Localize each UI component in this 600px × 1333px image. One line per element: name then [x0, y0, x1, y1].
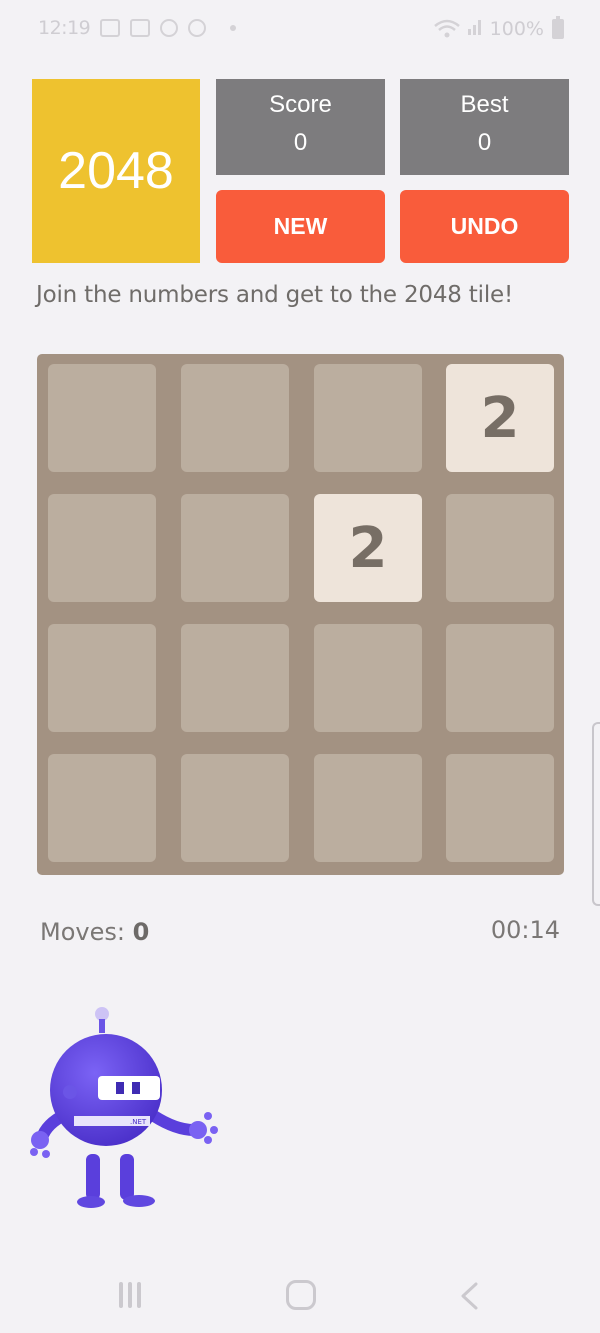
- empty-cell: [314, 754, 422, 862]
- youtube-icon: [130, 19, 150, 37]
- best-box: Best 0: [400, 79, 569, 175]
- empty-cell: [446, 754, 554, 862]
- empty-cell: [181, 494, 289, 602]
- gallery-icon: [100, 19, 120, 37]
- game-board[interactable]: 22: [37, 354, 564, 875]
- moves-label: Moves:: [40, 918, 125, 946]
- empty-cell: [181, 364, 289, 472]
- dotnet-bot-mascot: .NET: [26, 1004, 226, 1216]
- status-time: 12:19: [38, 17, 91, 39]
- more-notifications-icon: [230, 25, 236, 31]
- empty-cell: [446, 494, 554, 602]
- moves-counter: Moves: 0: [40, 918, 149, 946]
- tile: 2: [446, 364, 554, 472]
- status-right: 100%: [433, 15, 564, 40]
- empty-cell: [48, 364, 156, 472]
- home-icon[interactable]: [286, 1280, 316, 1310]
- game-logo: 2048: [32, 79, 200, 263]
- game-timer: 00:14: [490, 916, 560, 944]
- notification-icons: [100, 19, 236, 37]
- best-label: Best: [460, 91, 509, 118]
- score-value: 0: [293, 129, 308, 156]
- signal-icon: [467, 17, 482, 40]
- recent-apps-icon[interactable]: [119, 1282, 147, 1308]
- empty-cell: [314, 624, 422, 732]
- undo-button[interactable]: UNDO: [400, 190, 569, 263]
- score-label: Score: [269, 91, 332, 118]
- scroll-handle[interactable]: [592, 722, 600, 906]
- empty-cell: [446, 624, 554, 732]
- empty-cell: [181, 754, 289, 862]
- battery-percent: 100%: [489, 17, 544, 40]
- empty-cell: [48, 624, 156, 732]
- new-game-button[interactable]: NEW: [216, 190, 385, 263]
- moves-value: 0: [132, 918, 150, 946]
- tagline: Join the numbers and get to the 2048 til…: [36, 282, 513, 308]
- wifi-icon: [433, 19, 460, 39]
- status-bar: 12:19 100%: [0, 0, 600, 60]
- score-box: Score 0: [216, 79, 385, 175]
- best-value: 0: [477, 129, 492, 156]
- tile: 2: [314, 494, 422, 602]
- back-icon[interactable]: [458, 1282, 480, 1310]
- navigation-bar: [0, 1260, 600, 1333]
- empty-cell: [314, 364, 422, 472]
- mascot-badge: .NET: [130, 1118, 147, 1126]
- empty-cell: [48, 754, 156, 862]
- target-icon: [188, 19, 206, 37]
- settings-notification-icon: [160, 19, 178, 37]
- empty-cell: [181, 624, 289, 732]
- battery-icon: [552, 15, 564, 39]
- empty-cell: [48, 494, 156, 602]
